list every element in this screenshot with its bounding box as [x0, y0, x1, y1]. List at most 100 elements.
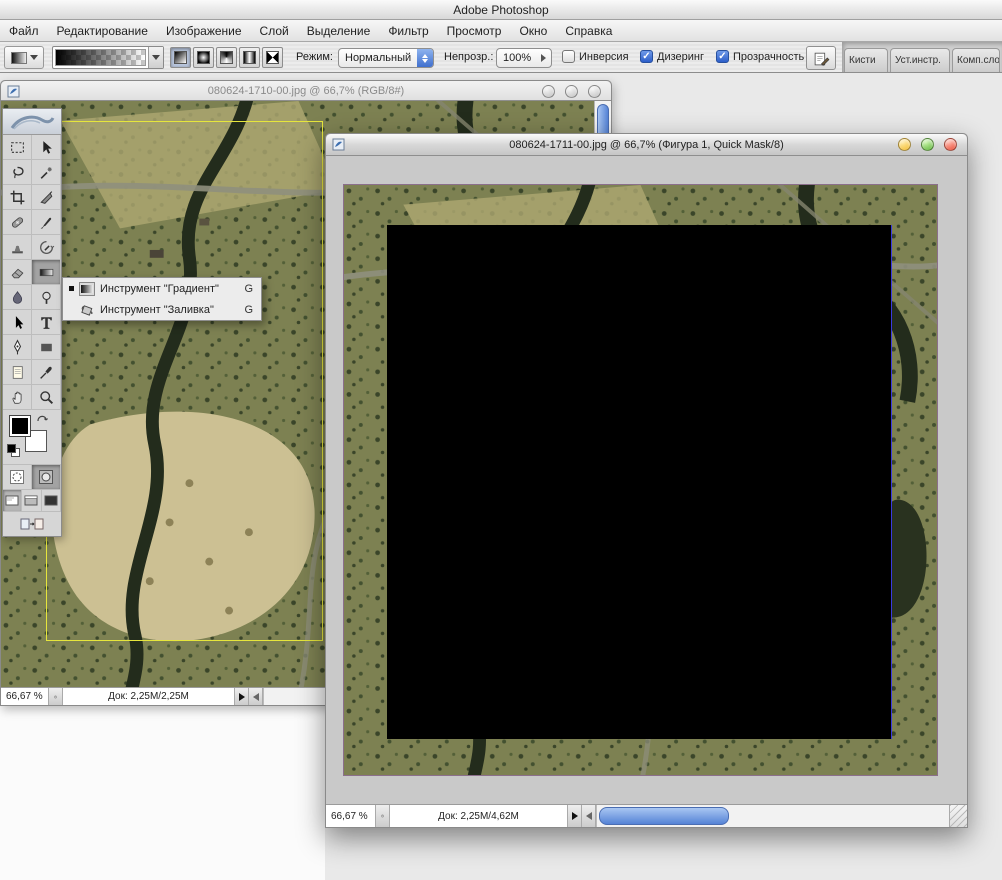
status-popup-button[interactable]	[235, 688, 249, 705]
jump-to-imageready-button[interactable]	[3, 512, 61, 536]
zoom-tool-button[interactable]	[32, 385, 61, 410]
status-popup-button[interactable]	[568, 805, 582, 827]
menu-image[interactable]: Изображение	[157, 20, 251, 42]
eyedropper-tool-button[interactable]	[32, 360, 61, 385]
tab-brushes[interactable]: Кисти	[844, 48, 888, 72]
reverse-checkbox[interactable]: Инверсия	[562, 50, 629, 63]
checkbox-icon[interactable]	[716, 50, 729, 63]
toolbox-header[interactable]	[3, 109, 61, 135]
crop-tool-button[interactable]	[3, 185, 32, 210]
menu-filter[interactable]: Фильтр	[379, 20, 437, 42]
color-swatches	[3, 410, 61, 464]
standard-mode-button[interactable]	[3, 465, 32, 489]
rectangular-marquee-tool-button[interactable]	[3, 135, 32, 160]
horizontal-scroll-thumb[interactable]	[599, 807, 729, 825]
gradient-sample[interactable]	[55, 49, 146, 66]
document-window-front[interactable]: 080624-1711-00.jpg @ 66,7% (Фигура 1, Qu…	[325, 133, 968, 828]
photoshop-feather-icon	[8, 112, 56, 132]
standard-screen-button[interactable]	[3, 490, 22, 511]
chevron-right-icon	[572, 812, 578, 820]
slice-tool-button[interactable]	[32, 185, 61, 210]
path-selection-tool-button[interactable]	[3, 310, 32, 335]
eraser-tool-button[interactable]	[3, 260, 32, 285]
stepper-icon[interactable]	[417, 49, 433, 67]
dodge-icon	[38, 289, 55, 306]
notes-tool-button[interactable]	[3, 360, 32, 385]
gradient-picker[interactable]	[52, 46, 164, 69]
scroll-left-button[interactable]	[249, 688, 263, 705]
menu-help[interactable]: Справка	[556, 20, 621, 42]
magic-wand-tool-button[interactable]	[32, 160, 61, 185]
angle-gradient-button[interactable]	[216, 47, 237, 68]
resize-grip[interactable]	[949, 805, 967, 827]
palette-well: Кисти Уст.инстр. Комп.сло	[842, 42, 1002, 72]
clone-stamp-tool-button[interactable]	[3, 235, 32, 260]
checkbox-icon[interactable]	[562, 50, 575, 63]
file-browser-button[interactable]	[806, 46, 836, 70]
menu-layer[interactable]: Слой	[251, 20, 298, 42]
move-tool-button[interactable]	[32, 135, 61, 160]
doc-size-field[interactable]: Док: 2,25M/4,62M	[390, 805, 568, 827]
document-icon	[332, 138, 345, 151]
radial-gradient-button[interactable]	[193, 47, 214, 68]
shape-tool-button[interactable]	[32, 335, 61, 360]
toolbox-palette[interactable]	[2, 108, 62, 537]
opacity-select[interactable]: 100%	[496, 48, 552, 68]
window-title-bar[interactable]: 080624-1711-00.jpg @ 66,7% (Фигура 1, Qu…	[326, 134, 967, 156]
close-button-icon[interactable]	[944, 138, 957, 151]
dither-checkbox[interactable]: Дизеринг	[640, 50, 704, 63]
gradient-picker-arrow[interactable]	[148, 47, 163, 68]
window-title-bar[interactable]: 080624-1710-00.jpg @ 66,7% (RGB/8#)	[1, 81, 611, 101]
gradient-tool-icon	[79, 282, 95, 296]
linear-gradient-button[interactable]	[170, 47, 191, 68]
quick-mask-mode-button[interactable]	[32, 465, 61, 489]
history-brush-tool-button[interactable]	[32, 235, 61, 260]
notes-icon	[9, 364, 26, 381]
canvas-area-front[interactable]	[326, 156, 967, 804]
blur-icon	[9, 289, 26, 306]
scroll-left-button[interactable]	[582, 805, 596, 827]
tab-tool-presets[interactable]: Уст.инстр.	[890, 48, 950, 72]
tool-preset-picker[interactable]	[4, 46, 44, 69]
transparency-checkbox[interactable]: Прозрачность	[716, 50, 804, 63]
blur-tool-button[interactable]	[3, 285, 32, 310]
default-colors-icon[interactable]	[7, 444, 21, 458]
menu-file[interactable]: Файл	[0, 20, 48, 42]
doc-size-field[interactable]: Док: 2,25M/2,25M	[63, 688, 235, 705]
minimize-button-icon[interactable]	[542, 85, 555, 98]
close-button-icon[interactable]	[588, 85, 601, 98]
zoom-button-icon[interactable]	[921, 138, 934, 151]
minimize-button-icon[interactable]	[898, 138, 911, 151]
brush-tool-button[interactable]	[32, 210, 61, 235]
dodge-tool-button[interactable]	[32, 285, 61, 310]
hand-tool-button[interactable]	[3, 385, 32, 410]
gradient-tool-button[interactable]	[32, 260, 61, 285]
timer-icon[interactable]	[376, 805, 390, 827]
menu-view[interactable]: Просмотр	[438, 20, 511, 42]
flyout-item-paint-bucket[interactable]: Инструмент "Заливка" G	[63, 299, 261, 320]
diamond-gradient-button[interactable]	[262, 47, 283, 68]
reflected-gradient-button[interactable]	[239, 47, 260, 68]
healing-brush-tool-button[interactable]	[3, 210, 32, 235]
canvas-image[interactable]	[343, 184, 938, 776]
zoom-button-icon[interactable]	[565, 85, 578, 98]
timer-icon[interactable]	[49, 688, 63, 705]
zoom-field[interactable]: 66,67 %	[326, 805, 376, 827]
flyout-item-label: Инструмент "Заливка"	[100, 304, 239, 316]
type-tool-button[interactable]	[32, 310, 61, 335]
fullscreen-menu-button[interactable]	[22, 490, 41, 511]
pen-tool-button[interactable]	[3, 335, 32, 360]
menu-window[interactable]: Окно	[510, 20, 556, 42]
horizontal-scrollbar[interactable]	[596, 805, 949, 827]
checkbox-icon[interactable]	[640, 50, 653, 63]
swap-colors-icon[interactable]	[35, 412, 51, 426]
lasso-tool-button[interactable]	[3, 160, 32, 185]
menu-select[interactable]: Выделение	[298, 20, 380, 42]
flyout-item-gradient[interactable]: Инструмент "Градиент" G	[63, 278, 261, 299]
fullscreen-button[interactable]	[42, 490, 61, 511]
zoom-field[interactable]: 66,67 %	[1, 688, 49, 705]
menu-edit[interactable]: Редактирование	[48, 20, 157, 42]
foreground-color-swatch[interactable]	[9, 415, 31, 437]
tab-layer-comps[interactable]: Комп.сло	[952, 48, 1000, 72]
blend-mode-select[interactable]: Нормальный	[338, 48, 434, 68]
